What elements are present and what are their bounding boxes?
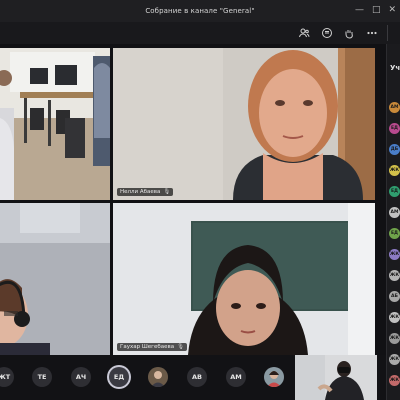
strip-avatar[interactable]: ЖТ [0,367,14,387]
window-controls: — □ ✕ [355,4,396,16]
panel-avatar[interactable]: ЖК [389,333,400,344]
panel-avatar[interactable]: ЖК [389,165,400,176]
participant-name-tag: Нелли Абаева 🎙 [117,188,174,196]
participant-2-video [113,203,375,355]
participant-name: Нелли Абаева [120,189,161,195]
classroom-video [0,48,110,200]
microphone-icon: 🎙 [163,189,171,195]
panel-avatar[interactable]: ДБ [389,144,400,155]
maximize-button[interactable]: □ [372,4,381,16]
self-preview[interactable] [295,355,377,400]
panel-avatar[interactable]: ЕД [389,186,400,197]
strip-avatar[interactable]: ТЕ [32,367,52,387]
participants-icon[interactable] [296,25,312,41]
window-title: Собрание в канале "General" [145,7,255,15]
meeting-window: Собрание в канале "General" — □ ✕ Нелли … [0,0,400,400]
panel-avatar[interactable]: ЖК [389,354,400,365]
minimize-button[interactable]: — [355,4,364,16]
participant-name: Гаухар Шегебаева [120,344,175,350]
strip-avatar[interactable]: АВ [187,367,207,387]
headset-user-video [0,203,110,355]
avatar-photo [148,367,168,387]
meeting-toolbar [0,22,400,44]
self-preview-video [295,355,377,400]
panel-avatar[interactable]: ЖК [389,270,400,281]
participant-1-video [113,48,375,200]
video-tile-participant-1[interactable]: Нелли Абаева 🎙 [113,48,375,200]
video-tile-headset-user[interactable] [0,203,110,355]
raise-hand-icon[interactable] [341,25,357,41]
microphone-icon: 🎙 [177,344,185,350]
panel-avatar[interactable]: АМ [389,102,400,113]
panel-avatar[interactable]: ЖК [389,375,400,386]
panel-avatar[interactable]: ЕД [389,228,400,239]
participant-strip: ЖТ ТЕ АЧ ЕД АВ АМ [0,355,386,400]
chat-icon[interactable] [319,25,335,41]
participant-name-tag: Гаухар Шегебаева 🎙 [117,343,188,351]
panel-avatar[interactable]: ЖК [389,249,400,260]
close-button[interactable]: ✕ [388,4,396,16]
avatar-photo [264,367,284,387]
panel-avatar[interactable]: ЕД [389,123,400,134]
panel-avatar[interactable]: АБ [389,291,400,302]
strip-avatar[interactable]: АЧ [71,367,91,387]
strip-avatar[interactable]: АМ [226,367,246,387]
strip-avatar-photo[interactable] [148,367,168,387]
video-tile-participant-2[interactable]: Гаухар Шегебаева 🎙 [113,203,375,355]
video-tile-classroom[interactable] [0,48,110,200]
panel-title: Участ... [390,64,400,72]
title-bar: Собрание в канале "General" — □ ✕ [0,0,400,22]
panel-avatar[interactable]: АМ [389,207,400,218]
toolbar-divider [387,25,388,41]
strip-avatar-speaking[interactable]: ЕД [109,367,129,387]
participants-panel: Участ... АМ ЕД ДБ ЖК ЕД АМ ЕД ЖК ЖК АБ Ж… [386,44,400,400]
panel-avatar[interactable]: ЖК [389,312,400,323]
more-options-icon[interactable] [364,25,380,41]
strip-avatar-photo[interactable] [264,367,284,387]
